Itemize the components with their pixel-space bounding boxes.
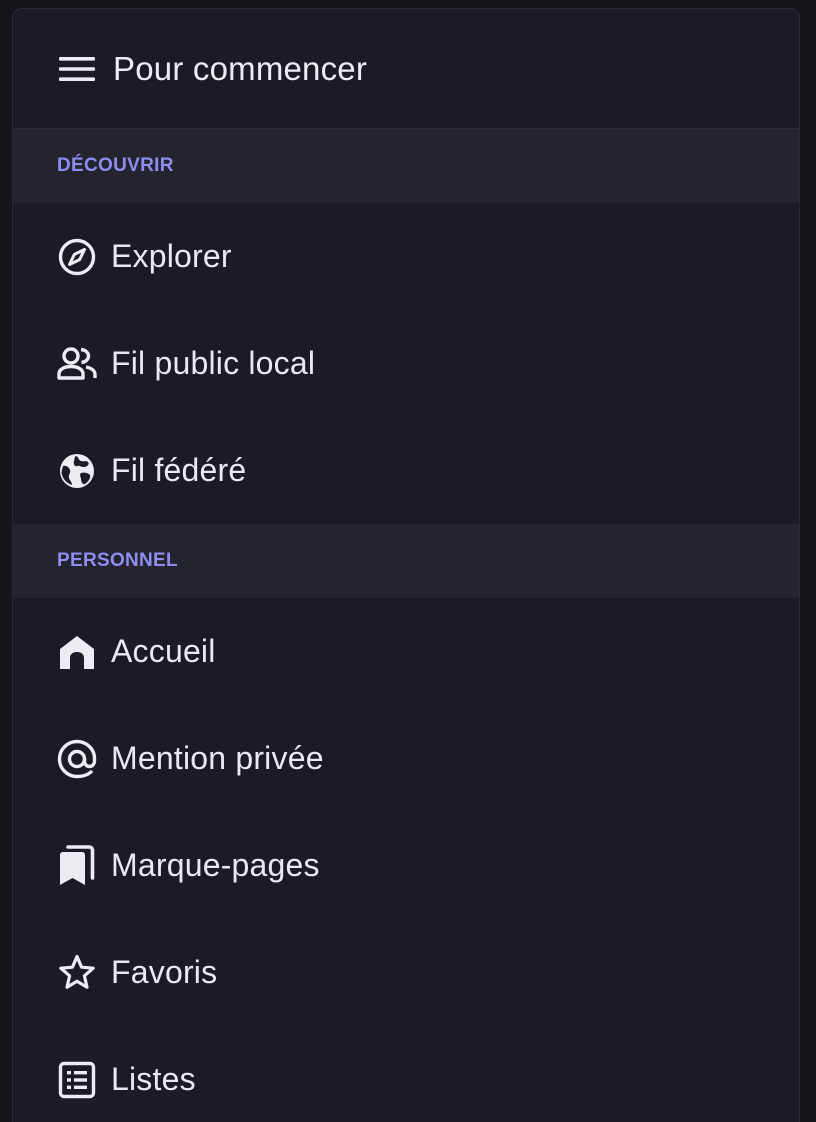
home-icon: [55, 630, 99, 674]
section-title-discover: DÉCOUVRIR: [57, 155, 174, 176]
bookmarks-icon: [55, 844, 99, 888]
at-sign-icon: [55, 737, 99, 781]
people-icon: [55, 342, 99, 386]
compass-icon: [55, 235, 99, 279]
nav-item-lists[interactable]: Listes: [13, 1026, 799, 1122]
header-title: Pour commencer: [113, 49, 368, 87]
nav-item-favourites[interactable]: Favoris: [13, 919, 799, 1026]
nav-item-label: Favoris: [111, 954, 218, 990]
nav-item-label: Mention privée: [111, 740, 324, 776]
nav-item-label: Explorer: [111, 238, 232, 274]
nav-item-home[interactable]: Accueil: [13, 598, 799, 705]
nav-item-explore[interactable]: Explorer: [13, 203, 799, 310]
globe-icon: [55, 449, 99, 493]
nav-item-private-mentions[interactable]: Mention privée: [13, 705, 799, 812]
nav-item-label: Fil fédéré: [111, 452, 247, 488]
page-background: Pour commencer DÉCOUVRIR Explorer Fil pu…: [0, 0, 816, 1122]
section-title-personal: PERSONNEL: [57, 550, 178, 571]
list-icon: [55, 1058, 99, 1102]
navigation-panel: Pour commencer DÉCOUVRIR Explorer Fil pu…: [12, 8, 800, 1122]
nav-item-label: Accueil: [111, 633, 216, 669]
section-header-discover: DÉCOUVRIR: [13, 129, 799, 203]
star-icon: [55, 951, 99, 995]
nav-item-label: Marque-pages: [111, 847, 320, 883]
getting-started-header[interactable]: Pour commencer: [13, 9, 799, 129]
nav-item-label: Fil public local: [111, 345, 316, 381]
nav-item-local-timeline[interactable]: Fil public local: [13, 310, 799, 417]
nav-item-label: Listes: [111, 1061, 196, 1097]
menu-icon: [55, 47, 99, 91]
nav-item-bookmarks[interactable]: Marque-pages: [13, 812, 799, 919]
nav-item-federated-timeline[interactable]: Fil fédéré: [13, 417, 799, 524]
section-header-personal: PERSONNEL: [13, 524, 799, 598]
